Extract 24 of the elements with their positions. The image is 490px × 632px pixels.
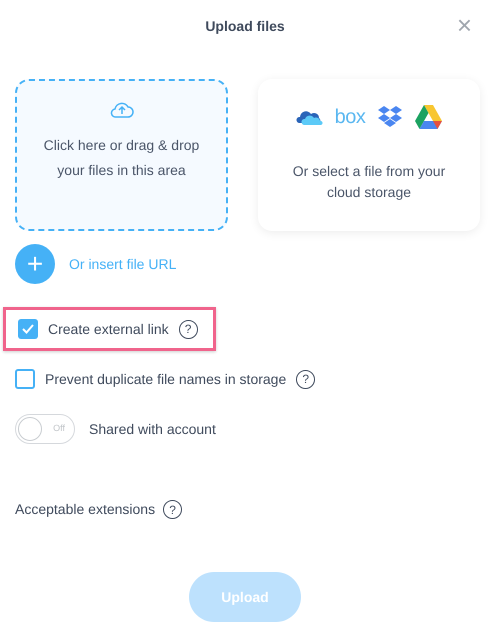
help-icon[interactable]: ? bbox=[296, 370, 316, 388]
toggle-state-text: Off bbox=[53, 422, 65, 435]
toggle-switch[interactable]: Off bbox=[15, 414, 75, 444]
drop-zone-text: Click here or drag & drop your files in this area bbox=[42, 136, 200, 180]
checkbox[interactable] bbox=[18, 319, 38, 339]
close-button[interactable]: × bbox=[456, 12, 472, 38]
checkbox-label: Prevent duplicate file names in storage bbox=[45, 370, 286, 389]
add-url-button[interactable]: + bbox=[15, 244, 55, 284]
box-logo[interactable]: box bbox=[334, 107, 366, 127]
toggle-label: Shared with account bbox=[89, 420, 216, 438]
checkbox[interactable] bbox=[15, 369, 35, 389]
drop-zone[interactable]: Click here or drag & drop your files in this area bbox=[15, 79, 228, 231]
help-icon[interactable]: ? bbox=[163, 500, 182, 519]
cloud-storage-card[interactable]: box Or select a file from your cloud storage bbox=[258, 79, 480, 231]
help-icon[interactable]: ? bbox=[178, 320, 198, 338]
extensions-label: Acceptable extensions bbox=[15, 500, 156, 519]
dialog-title: Upload files bbox=[205, 16, 285, 36]
insert-url-link[interactable]: Or insert file URL bbox=[69, 254, 176, 274]
check-icon bbox=[22, 324, 34, 334]
dropbox-icon[interactable] bbox=[377, 106, 404, 128]
cloud-storage-text: Or select a file from your cloud storage bbox=[292, 162, 446, 202]
cloud-icon[interactable] bbox=[296, 109, 323, 125]
drive-icon[interactable] bbox=[415, 105, 442, 129]
checkbox-label: Create external link bbox=[48, 320, 169, 338]
